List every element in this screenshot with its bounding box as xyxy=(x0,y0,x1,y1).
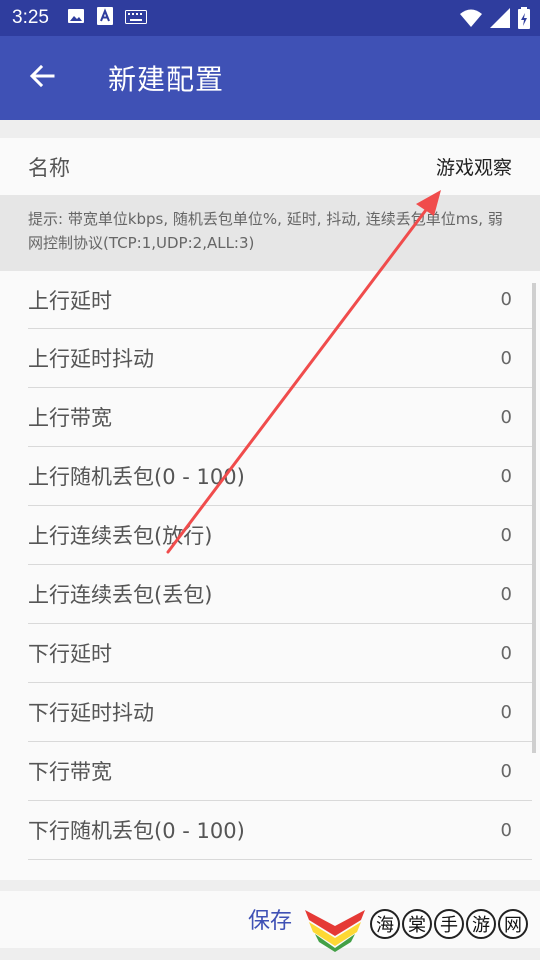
watermark-char: 手 xyxy=(434,909,464,939)
setting-value: 0 xyxy=(500,819,512,841)
setting-row-uplink-bandwidth[interactable]: 上行带宽 0 xyxy=(28,388,532,447)
setting-row-downlink-jitter[interactable]: 下行延时抖动 0 xyxy=(28,683,532,742)
setting-label: 上行延时抖动 xyxy=(28,347,154,371)
setting-label: 下行随机丢包(0 - 100) xyxy=(28,819,245,843)
setting-value: 0 xyxy=(500,465,512,487)
setting-row-downlink-bandwidth[interactable]: 下行带宽 0 xyxy=(28,742,532,801)
watermark-char: 海 xyxy=(370,909,400,939)
setting-value: 0 xyxy=(500,347,512,369)
setting-label: 上行带宽 xyxy=(28,406,112,430)
settings-list: 上行延时 0 上行延时抖动 0 上行带宽 0 上行随机丢包(0 - 100) 0… xyxy=(0,271,540,880)
setting-label: 上行连续丢包(放行) xyxy=(28,524,213,548)
setting-row-uplink-burst-pass[interactable]: 上行连续丢包(放行) 0 xyxy=(28,506,532,565)
save-button[interactable]: 保存 xyxy=(238,899,302,939)
app-bar: 新建配置 xyxy=(0,36,540,120)
setting-value: 0 xyxy=(500,289,512,310)
setting-label: 上行延时 xyxy=(28,288,112,313)
keyboard-icon xyxy=(124,9,147,28)
signal-icon xyxy=(490,8,510,32)
watermark-text: 海 棠 手 游 网 xyxy=(370,909,528,939)
name-value[interactable]: 游戏观察 xyxy=(436,153,512,180)
arrow-left-icon xyxy=(28,62,56,94)
setting-row-downlink-random-loss[interactable]: 下行随机丢包(0 - 100) 0 xyxy=(28,801,532,860)
font-icon xyxy=(96,7,113,29)
setting-value: 0 xyxy=(500,583,512,605)
watermark-char: 棠 xyxy=(402,909,432,939)
name-field[interactable]: 名称 游戏观察 xyxy=(0,138,540,195)
status-notification-icons xyxy=(67,7,147,29)
watermark-char: 网 xyxy=(498,909,528,939)
status-time: 3:25 xyxy=(12,7,49,28)
setting-label: 下行带宽 xyxy=(28,760,112,784)
page-title: 新建配置 xyxy=(108,63,225,96)
back-button[interactable] xyxy=(12,48,72,108)
setting-value: 0 xyxy=(500,406,512,428)
status-bar: 3:25 xyxy=(0,0,540,36)
hint-text: 提示: 带宽单位kbps, 随机丢包单位%, 延时, 抖动, 连续丢包单位ms,… xyxy=(0,195,540,271)
setting-value: 0 xyxy=(500,642,512,664)
setting-value: 0 xyxy=(500,524,512,546)
setting-row-uplink-jitter[interactable]: 上行延时抖动 0 xyxy=(28,329,532,388)
battery-icon xyxy=(518,7,530,33)
setting-label: 下行延时 xyxy=(28,642,112,666)
setting-label: 上行连续丢包(丢包) xyxy=(28,583,213,607)
wifi-icon xyxy=(460,8,482,32)
name-label: 名称 xyxy=(28,155,70,180)
status-system-icons xyxy=(460,7,530,33)
watermark-logo xyxy=(305,906,367,956)
setting-value: 0 xyxy=(500,760,512,782)
setting-row-uplink-delay[interactable]: 上行延时 0 xyxy=(28,271,532,329)
setting-value: 0 xyxy=(500,701,512,723)
setting-row-downlink-delay[interactable]: 下行延时 0 xyxy=(28,624,532,683)
setting-row-uplink-burst-drop[interactable]: 上行连续丢包(丢包) 0 xyxy=(28,565,532,624)
watermark-char: 游 xyxy=(466,909,496,939)
watermark: 海 棠 手 游 网 xyxy=(305,898,540,960)
setting-label: 下行延时抖动 xyxy=(28,701,154,725)
setting-label: 上行随机丢包(0 - 100) xyxy=(28,465,245,489)
setting-row-uplink-random-loss[interactable]: 上行随机丢包(0 - 100) 0 xyxy=(28,447,532,506)
scrollbar[interactable] xyxy=(532,283,536,753)
image-icon xyxy=(67,7,85,29)
